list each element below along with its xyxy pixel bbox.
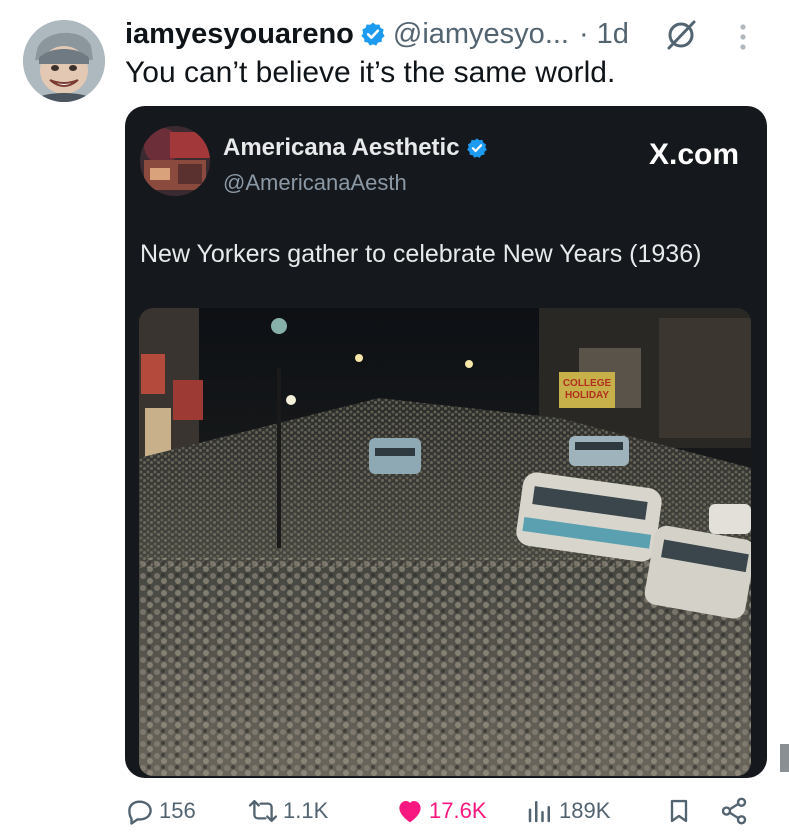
verified-badge-icon: [466, 137, 488, 159]
crowd-photo[interactable]: COLLEGE HOLIDAY: [139, 308, 751, 776]
grok-icon[interactable]: [664, 18, 698, 52]
bookmark-icon: [670, 799, 688, 823]
tram-1: [369, 438, 421, 474]
tram-4: [569, 436, 629, 466]
reply-button[interactable]: 156: [125, 791, 196, 831]
author-avatar[interactable]: [23, 20, 105, 102]
repost-icon: [248, 799, 278, 823]
views-button[interactable]: 189K: [525, 791, 610, 831]
reply-count: 156: [159, 798, 196, 823]
source-label[interactable]: X.com: [649, 138, 739, 172]
views-icon: [528, 801, 550, 823]
quoted-author-avatar[interactable]: [140, 126, 210, 196]
views-count: 189K: [559, 798, 611, 823]
quoted-post-card[interactable]: Americana Aesthetic @AmericanaAesth X.co…: [125, 106, 767, 778]
share-button[interactable]: [719, 791, 749, 831]
repost-button[interactable]: 1.1K: [247, 791, 328, 831]
scrollbar-thumb[interactable]: [780, 744, 789, 772]
repost-count: 1.1K: [283, 798, 329, 823]
quoted-author-display-name[interactable]: Americana Aesthetic: [223, 134, 460, 162]
tweet-header: iamyesyouareno @iamyesyo... · 1d: [125, 14, 629, 54]
verified-badge-icon: [360, 21, 386, 47]
quoted-author-handle[interactable]: @AmericanaAesth: [223, 170, 407, 196]
photo-sign-text: COLLEGE: [563, 378, 612, 389]
quoted-post-text: New Yorkers gather to celebrate New Year…: [140, 240, 702, 268]
tweet-text: You can’t believe it’s the same world.: [125, 56, 616, 89]
bookmark-button[interactable]: [665, 791, 693, 831]
crowd-photo-icon: COLLEGE HOLIDAY: [139, 308, 751, 776]
share-icon: [721, 797, 747, 825]
author-handle[interactable]: @iamyesyo...: [393, 18, 569, 51]
action-bar: 156 1.1K 17.6K 189K: [125, 791, 765, 831]
like-button[interactable]: 17.6K: [395, 791, 487, 831]
separator-dot: ·: [579, 17, 589, 50]
svg-text:HOLIDAY: HOLIDAY: [565, 390, 609, 401]
timestamp[interactable]: 1d: [597, 18, 629, 51]
avatar-caricature-icon: [23, 20, 105, 102]
author-display-name[interactable]: iamyesyouareno: [125, 18, 354, 51]
reply-icon: [128, 800, 152, 825]
heart-icon: [399, 801, 421, 823]
like-count: 17.6K: [429, 798, 487, 823]
more-vertical-icon[interactable]: [737, 22, 749, 54]
avatar-photo-icon: [140, 126, 210, 196]
quoted-author-name-row: Americana Aesthetic: [223, 134, 495, 162]
